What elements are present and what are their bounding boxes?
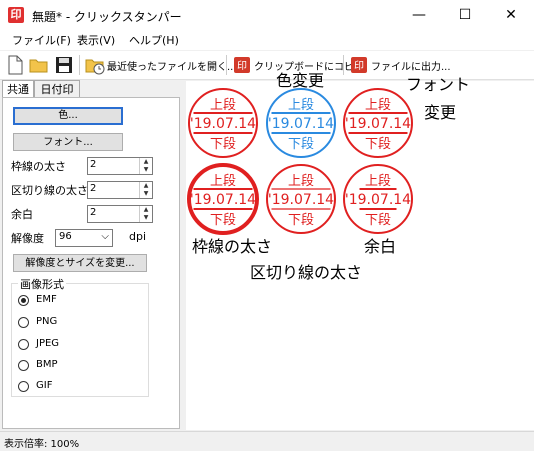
date-stamp: 上段 '19.07.14 下段 bbox=[187, 163, 259, 235]
open-folder-icon[interactable] bbox=[28, 54, 50, 76]
toolbar-separator bbox=[79, 55, 80, 75]
stamp-date-text: '19.07.14 bbox=[190, 192, 256, 208]
stamp-top-text: 上段 bbox=[288, 98, 314, 113]
stamp-date-text: '19.07.14 bbox=[268, 116, 334, 132]
app-icon: 印 bbox=[8, 7, 24, 23]
margin-spinner[interactable]: 2 ▲ ▼ bbox=[87, 205, 153, 223]
stamp-bottom-text: 下段 bbox=[365, 213, 391, 228]
stamp-top-text: 上段 bbox=[288, 174, 314, 189]
date-stamp: 上段 '19.07.14 下段 bbox=[266, 88, 336, 158]
margin-label: 余白 bbox=[11, 208, 33, 221]
menu-file[interactable]: ファイル(F) bbox=[12, 32, 71, 48]
status-bar: 表示倍率: 100% bbox=[0, 431, 534, 451]
spin-arrows-icon[interactable]: ▲ ▼ bbox=[139, 182, 152, 198]
margin-value: 2 bbox=[90, 207, 97, 218]
stamp-top-text: 上段 bbox=[210, 174, 236, 189]
stamp-top-text: 上段 bbox=[210, 98, 236, 113]
spin-arrows-icon[interactable]: ▲ ▼ bbox=[139, 158, 152, 174]
radio-label-emf: EMF bbox=[36, 294, 57, 305]
menu-bar: ファイル(F) 表示(V) ヘルプ(H) bbox=[0, 30, 534, 50]
annotation-border-thickness: 枠線の太さ bbox=[192, 237, 273, 256]
title-bar: 印 無題* - クリックスタンパー — ☐ ✕ bbox=[0, 0, 534, 30]
border-width-label: 枠線の太さ bbox=[11, 160, 66, 173]
svg-text:印: 印 bbox=[354, 60, 364, 72]
divider-width-spinner[interactable]: 2 ▲ ▼ bbox=[87, 181, 153, 199]
date-stamp: 上段 '19.07.14 下段 bbox=[266, 164, 336, 234]
annotation-font-change-1: フォント bbox=[406, 75, 471, 94]
stamp-bottom-text: 下段 bbox=[210, 213, 236, 228]
radio-label-bmp: BMP bbox=[36, 359, 58, 370]
divider-width-label: 区切り線の太さ bbox=[11, 184, 88, 197]
stamp-date-text: '19.07.14 bbox=[190, 116, 256, 132]
border-width-value: 2 bbox=[90, 159, 97, 170]
save-icon[interactable] bbox=[53, 54, 75, 76]
radio-label-jpeg: JPEG bbox=[36, 338, 60, 349]
resize-button[interactable]: 解像度とサイズを変更... bbox=[13, 254, 147, 272]
settings-panel: 共通 日付印 色... フォント... 枠線の太さ 2 ▲ ▼ 区切り線の太さ 2… bbox=[0, 80, 182, 430]
radio-gif[interactable] bbox=[18, 381, 29, 392]
color-button[interactable]: 色... bbox=[13, 107, 123, 125]
svg-text:印: 印 bbox=[237, 60, 247, 72]
status-text: 表示倍率: 100% bbox=[4, 439, 80, 450]
radio-jpeg[interactable] bbox=[18, 339, 29, 350]
annotation-margin: 余白 bbox=[364, 237, 397, 256]
spin-arrows-icon[interactable]: ▲ ▼ bbox=[139, 206, 152, 222]
stamp-bottom-text: 下段 bbox=[210, 137, 236, 152]
menu-help[interactable]: ヘルプ(H) bbox=[129, 32, 179, 48]
tab-date-stamp[interactable]: 日付印 bbox=[34, 80, 80, 98]
radio-png[interactable] bbox=[18, 317, 29, 328]
annotation-color-change: 色変更 bbox=[276, 71, 325, 90]
date-stamp: 上段 '19.07.14 下段 bbox=[188, 88, 258, 158]
stamp-top-text: 上段 bbox=[365, 174, 391, 189]
resolution-unit: dpi bbox=[129, 230, 147, 243]
tab-page-common: 色... フォント... 枠線の太さ 2 ▲ ▼ 区切り線の太さ 2 ▲ ▼ 余白 … bbox=[2, 97, 180, 429]
image-format-title: 画像形式 bbox=[18, 276, 66, 292]
stamp-top-text: 上段 bbox=[365, 98, 391, 113]
stamp-bottom-text: 下段 bbox=[288, 137, 314, 152]
radio-bmp[interactable] bbox=[18, 360, 29, 371]
date-stamp: 上段 '19.07.14 下段 bbox=[343, 164, 413, 234]
menu-view[interactable]: 表示(V) bbox=[77, 32, 115, 48]
annotation-font-change-2: 変更 bbox=[424, 103, 457, 122]
chevron-down-icon: ⌵ bbox=[101, 231, 109, 242]
stamp-date-text: '19.07.14 bbox=[345, 116, 411, 132]
stamp-date-text: '19.07.14 bbox=[268, 192, 334, 208]
maximize-button[interactable]: ☐ bbox=[442, 0, 488, 30]
radio-label-png: PNG bbox=[36, 316, 58, 327]
recent-files-button[interactable]: 最近使ったファイルを開く... bbox=[107, 58, 237, 73]
toolbar-separator bbox=[343, 55, 344, 75]
recent-files-icon[interactable] bbox=[84, 54, 106, 76]
resolution-select[interactable]: 96 ⌵ bbox=[55, 229, 113, 247]
stamp-bottom-text: 下段 bbox=[365, 137, 391, 152]
date-stamp: 上段 '19.07.14 下段 bbox=[343, 88, 413, 158]
radio-emf[interactable] bbox=[18, 295, 29, 306]
preview-canvas: 上段 '19.07.14 下段 上段 '19.07.14 下段 上段 '19.07.14 下段上… bbox=[186, 71, 534, 430]
minimize-button[interactable]: — bbox=[396, 0, 442, 30]
window-title: 無題* - クリックスタンパー bbox=[32, 10, 182, 24]
stamp-date-text: '19.07.14 bbox=[345, 192, 411, 208]
toolbar-separator bbox=[226, 55, 227, 75]
stamp-bottom-text: 下段 bbox=[288, 213, 314, 228]
divider-width-value: 2 bbox=[90, 183, 97, 194]
resolution-label: 解像度 bbox=[11, 232, 44, 245]
new-file-icon[interactable] bbox=[4, 54, 26, 76]
font-button[interactable]: フォント... bbox=[13, 133, 123, 151]
stamp-export-icon[interactable]: 印 bbox=[348, 54, 370, 76]
stamp-clipboard-icon[interactable]: 印 bbox=[231, 54, 253, 76]
border-width-spinner[interactable]: 2 ▲ ▼ bbox=[87, 157, 153, 175]
resolution-value: 96 bbox=[59, 231, 72, 242]
close-button[interactable]: ✕ bbox=[488, 0, 534, 30]
annotation-divider-thickness: 区切り線の太さ bbox=[250, 263, 363, 282]
tab-common[interactable]: 共通 bbox=[2, 80, 34, 98]
radio-label-gif: GIF bbox=[36, 380, 53, 391]
image-format-group: 画像形式 EMF PNG JPEG BMP GIF bbox=[11, 276, 149, 397]
